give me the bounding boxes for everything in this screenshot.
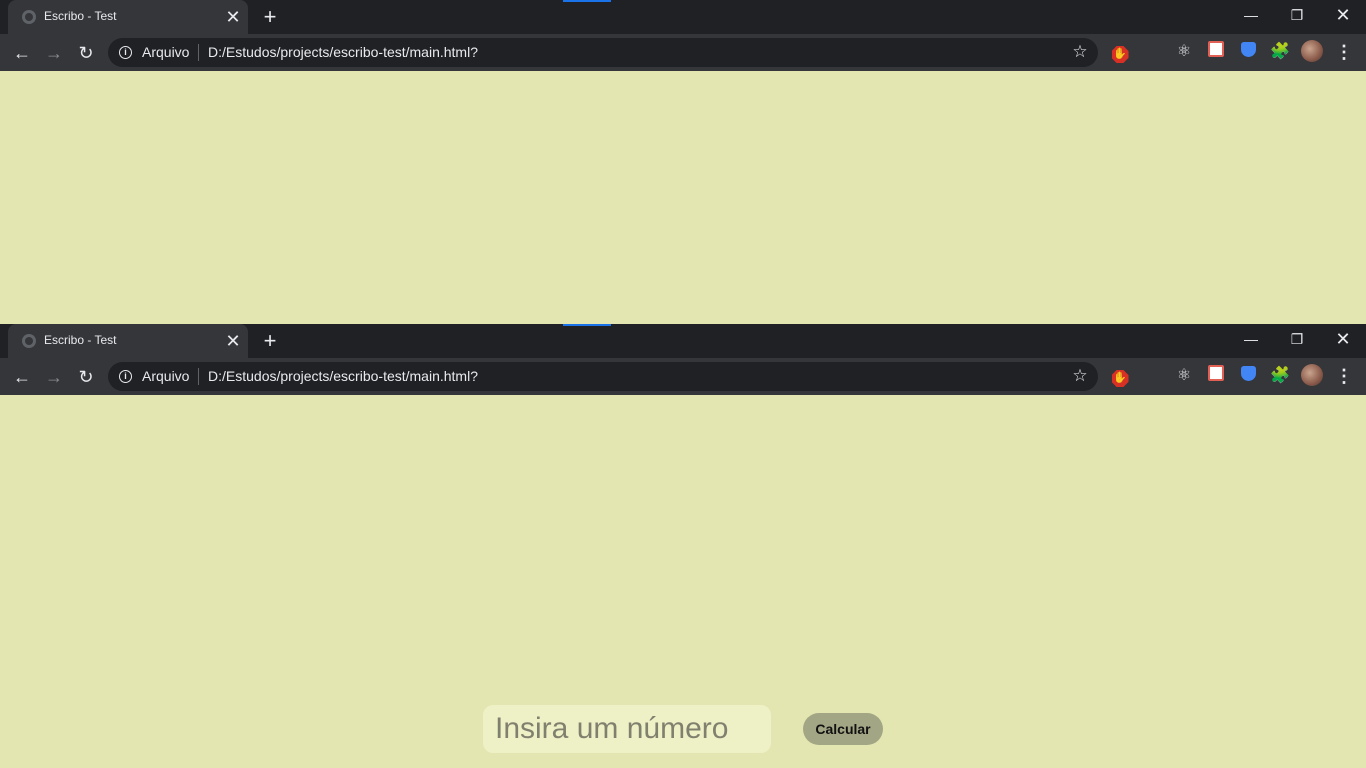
browser-toolbar: ← → ↻ i Arquivo D:/Estudos/projects/escr…: [0, 34, 1366, 71]
tab-strip: Escribo - Test ✕ + — ❐ ✕: [0, 324, 1366, 358]
tab-drag-accent: [563, 324, 611, 326]
tab-active[interactable]: Escribo - Test ✕: [8, 0, 248, 34]
url-text[interactable]: D:/Estudos/projects/escribo-test/main.ht…: [208, 44, 478, 60]
url-divider: [198, 44, 199, 61]
browser-toolbar: ← → ↻ i Arquivo D:/Estudos/projects/escr…: [0, 358, 1366, 395]
reload-icon[interactable]: ↻: [73, 40, 99, 66]
close-tab-icon[interactable]: ✕: [224, 8, 242, 26]
reload-icon[interactable]: ↻: [73, 364, 99, 390]
profile-avatar[interactable]: [1301, 40, 1323, 62]
kebab-menu-icon[interactable]: ⋮: [1335, 40, 1353, 64]
info-icon[interactable]: i: [119, 46, 132, 59]
react-devtools-icon[interactable]: ⚛: [1173, 365, 1195, 387]
react-devtools-icon[interactable]: ⚛: [1173, 41, 1195, 63]
minimize-button[interactable]: —: [1228, 0, 1274, 30]
adblock-extension-icon[interactable]: ✋: [1109, 365, 1131, 387]
tab-title: Escribo - Test: [44, 333, 117, 347]
tab-drag-accent: [563, 0, 611, 2]
url-divider: [198, 368, 199, 385]
origin-label: Arquivo: [142, 44, 190, 60]
forward-arrow-icon[interactable]: →: [41, 40, 67, 66]
tab-strip: Escribo - Test ✕ + — ❐ ✕: [0, 0, 1366, 34]
browser-window-top: Escribo - Test ✕ + — ❐ ✕ ← → ↻ i Arquivo…: [0, 0, 1366, 324]
calculate-button[interactable]: Calcular: [803, 713, 883, 745]
profile-avatar[interactable]: [1301, 364, 1323, 386]
restore-button[interactable]: ❐: [1274, 324, 1320, 354]
back-arrow-icon[interactable]: ←: [9, 364, 35, 390]
extensions-puzzle-icon[interactable]: 🧩: [1269, 365, 1291, 387]
bookmark-star-icon[interactable]: ☆: [1070, 366, 1090, 386]
url-text[interactable]: D:/Estudos/projects/escribo-test/main.ht…: [208, 368, 478, 384]
info-icon[interactable]: i: [119, 370, 132, 383]
minimize-button[interactable]: —: [1228, 324, 1274, 354]
globe-icon: [22, 10, 36, 24]
number-input[interactable]: [483, 705, 771, 753]
close-window-button[interactable]: ✕: [1320, 0, 1366, 30]
new-tab-button[interactable]: +: [258, 5, 282, 29]
tab-active[interactable]: Escribo - Test ✕: [8, 324, 248, 358]
address-bar[interactable]: i Arquivo D:/Estudos/projects/escribo-te…: [108, 38, 1098, 67]
back-arrow-icon[interactable]: ←: [9, 40, 35, 66]
restore-button[interactable]: ❐: [1274, 0, 1320, 30]
page-viewport: [0, 71, 1366, 324]
new-tab-button[interactable]: +: [258, 329, 282, 353]
address-bar[interactable]: i Arquivo D:/Estudos/projects/escribo-te…: [108, 362, 1098, 391]
browser-window-bottom: Escribo - Test ✕ + — ❐ ✕ ← → ↻ i Arquivo…: [0, 324, 1366, 768]
extensions-puzzle-icon[interactable]: 🧩: [1269, 41, 1291, 63]
sitemap-extension-icon[interactable]: [1205, 365, 1227, 387]
graduation-cap-extension-icon[interactable]: [1237, 41, 1259, 63]
tab-title: Escribo - Test: [44, 9, 117, 23]
kebab-menu-icon[interactable]: ⋮: [1335, 364, 1353, 388]
globe-icon: [22, 334, 36, 348]
bookmark-star-icon[interactable]: ☆: [1070, 42, 1090, 62]
sitemap-extension-icon[interactable]: [1205, 41, 1227, 63]
page-viewport: Calcular: [0, 395, 1366, 768]
close-window-button[interactable]: ✕: [1320, 324, 1366, 354]
forward-arrow-icon[interactable]: →: [41, 364, 67, 390]
adblock-extension-icon[interactable]: ✋: [1109, 41, 1131, 63]
graduation-cap-extension-icon[interactable]: [1237, 365, 1259, 387]
close-tab-icon[interactable]: ✕: [224, 332, 242, 350]
origin-label: Arquivo: [142, 368, 190, 384]
